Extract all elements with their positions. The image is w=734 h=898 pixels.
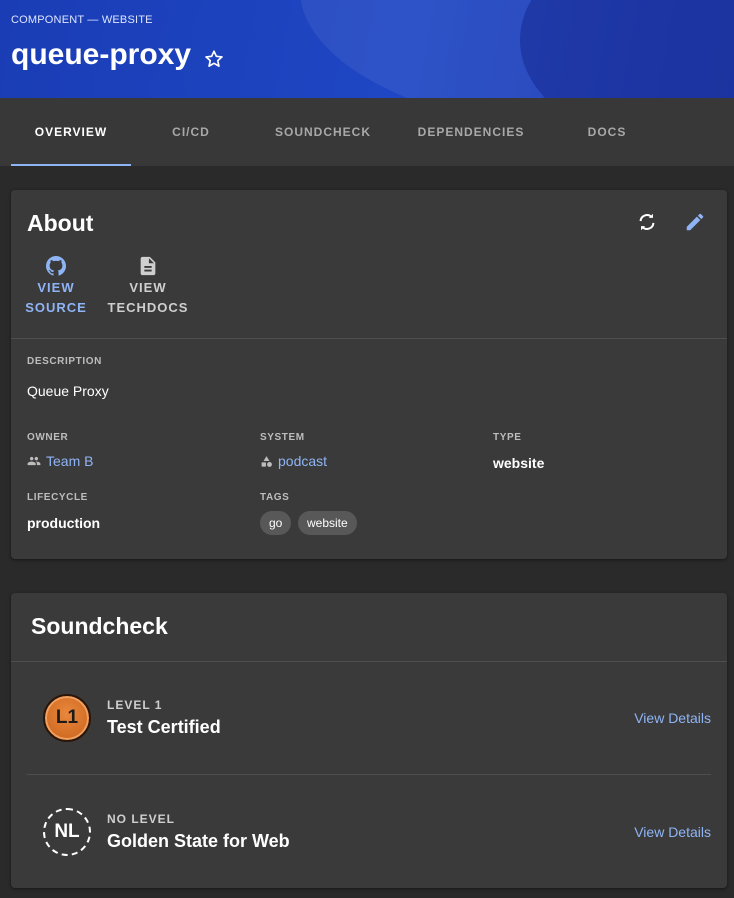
about-card: About VIEW SOURCE VIEW TECHDOCS DESCRIPT… — [11, 190, 727, 559]
certification-name: Test Certified — [107, 717, 221, 737]
tag-chip[interactable]: go — [260, 511, 292, 535]
edit-icon[interactable] — [683, 210, 707, 234]
tags-label: TAGS — [260, 492, 290, 503]
certification-level: LEVEL 1 — [107, 698, 163, 712]
view-source-label: VIEW SOURCE — [25, 280, 87, 315]
owner-value: Team B — [46, 453, 94, 469]
system-link[interactable]: podcast — [260, 453, 327, 469]
owner-label: OWNER — [27, 432, 69, 443]
group-icon — [27, 456, 41, 466]
tab-dependencies[interactable]: DEPENDENCIES — [395, 98, 547, 166]
view-details-link[interactable]: View Details — [634, 824, 711, 840]
system-icon — [261, 455, 272, 467]
soundcheck-card: Soundcheck L1 LEVEL 1 Test Certified Vie… — [11, 593, 727, 888]
view-techdocs-label: VIEW TECHDOCS — [107, 280, 189, 315]
github-icon — [45, 256, 67, 276]
certification-name: Golden State for Web — [107, 831, 290, 851]
certification-level: NO LEVEL — [107, 812, 176, 826]
header-decoration-2 — [520, 0, 734, 98]
entity-kind-label: COMPONENT — WEBSITE — [11, 14, 153, 26]
lifecycle-label: LIFECYCLE — [27, 492, 88, 503]
owner-link[interactable]: Team B — [27, 453, 93, 469]
page-title-container: queue-proxy — [11, 38, 225, 72]
no-level-badge: NL — [43, 808, 91, 856]
soundcheck-divider — [11, 661, 727, 662]
system-value: podcast — [278, 453, 328, 469]
refresh-icon[interactable] — [635, 210, 659, 234]
page-title: queue-proxy — [11, 38, 192, 71]
tab-soundcheck[interactable]: SOUNDCHECK — [251, 98, 395, 166]
description-label: DESCRIPTION — [27, 356, 102, 367]
level-badge: L1 — [43, 694, 91, 742]
tag-chip[interactable]: website — [298, 511, 357, 535]
star-icon[interactable] — [203, 44, 225, 67]
type-value: website — [493, 455, 545, 471]
soundcheck-title: Soundcheck — [31, 613, 168, 639]
view-source-link[interactable]: VIEW SOURCE — [25, 254, 87, 318]
lifecycle-value: production — [27, 515, 101, 531]
document-icon — [140, 256, 156, 276]
about-title: About — [27, 210, 94, 236]
view-techdocs-link[interactable]: VIEW TECHDOCS — [107, 254, 189, 318]
tab-bar: OVERVIEW CI/CD SOUNDCHECK DEPENDENCIES D… — [0, 98, 734, 166]
row-divider — [27, 774, 711, 775]
description-value: Queue Proxy — [27, 383, 109, 399]
tab-cicd[interactable]: CI/CD — [131, 98, 251, 166]
view-details-link[interactable]: View Details — [634, 710, 711, 726]
entity-header: COMPONENT — WEBSITE queue-proxy — [0, 0, 734, 98]
tab-overview[interactable]: OVERVIEW — [11, 98, 131, 166]
type-label: TYPE — [493, 432, 522, 443]
system-label: SYSTEM — [260, 432, 305, 443]
about-divider — [11, 338, 727, 339]
tab-docs[interactable]: DOCS — [547, 98, 667, 166]
